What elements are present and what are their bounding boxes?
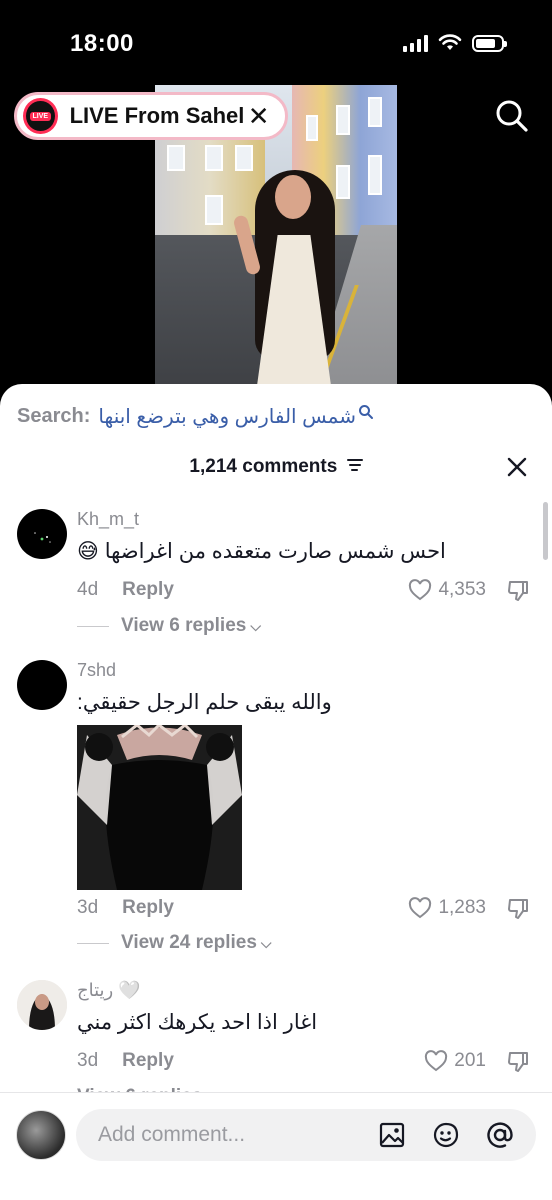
live-title[interactable]: LIVE From Sahel (70, 103, 245, 129)
comment-age: 3d (77, 897, 99, 918)
live-avatar[interactable]: LIVE (23, 98, 58, 134)
comment-meta: 4d Reply (77, 579, 174, 601)
comment-input-bar (0, 1092, 552, 1200)
view-replies-button[interactable]: View 24 replies ⌵ (77, 932, 272, 954)
heart-icon (409, 897, 432, 919)
search-suggestion[interactable]: Search: شمس الفارس وهي بترضع ابنها (17, 404, 374, 429)
search-icon (358, 404, 373, 419)
view-replies-label: View 24 replies (121, 932, 257, 953)
comment-text: احس شمس صارت متعقده من اغراضها 😅 (77, 540, 446, 563)
heart-icon (425, 1050, 448, 1072)
status-bar: 18:00 (0, 0, 552, 80)
status-icons (403, 34, 507, 52)
comment-text: اغار اذا احد يكرهك اكثر مني (77, 1011, 318, 1034)
close-icon[interactable] (506, 456, 528, 478)
like-button[interactable]: 1,283 (408, 897, 486, 919)
search-icon[interactable] (494, 98, 530, 134)
battery-fill (476, 38, 496, 48)
battery-icon (472, 34, 507, 52)
at-icon[interactable] (486, 1121, 514, 1149)
comment-text: والله يبقى حلم الرجل حقيقي: (77, 691, 332, 714)
scrollbar[interactable] (543, 502, 548, 560)
comment-username[interactable]: 7shd (77, 660, 116, 681)
like-button[interactable]: 4,353 (408, 579, 486, 601)
view-replies-label: View 6 replies (121, 615, 247, 636)
avatar[interactable] (17, 660, 67, 710)
comment-meta: 3d Reply (77, 897, 174, 919)
image-icon[interactable] (378, 1121, 406, 1149)
live-pill[interactable]: LIVE LIVE From Sahel ✕ (14, 92, 288, 140)
thumbs-down-icon[interactable] (506, 1050, 530, 1074)
reply-button[interactable]: Reply (122, 579, 174, 601)
comment-image[interactable] (77, 725, 242, 890)
signal-icon (403, 34, 428, 52)
comments-sheet: Search: شمس الفارس وهي بترضع ابنها 1,214… (0, 384, 552, 1200)
thumbs-down-icon[interactable] (506, 897, 530, 921)
like-count: 1,283 (438, 897, 486, 918)
comments-count: 1,214 comments (189, 456, 338, 477)
comment-input-wrap[interactable] (76, 1109, 536, 1161)
comment-age: 4d (77, 579, 99, 600)
status-time: 18:00 (70, 30, 134, 57)
chevron-down-icon: ⌵ (250, 617, 261, 634)
comment-username[interactable]: Kh_m_t (77, 509, 139, 530)
chevron-down-icon: ⌵ (260, 934, 272, 951)
avatar[interactable] (16, 1110, 66, 1160)
avatar[interactable] (17, 509, 67, 559)
comment-meta: 3d Reply (77, 1050, 174, 1072)
search-query[interactable]: شمس الفارس وهي بترضع ابنها (98, 404, 356, 429)
view-replies-button[interactable]: View 6 replies ⌵ (77, 615, 261, 637)
heart-icon (409, 579, 432, 601)
reply-button[interactable]: Reply (122, 897, 174, 919)
comment-username[interactable]: ريتاج 🤍 (77, 980, 141, 1001)
thumbs-down-icon[interactable] (506, 579, 530, 603)
comment-input[interactable] (98, 1109, 368, 1161)
wifi-icon (438, 34, 462, 50)
like-button[interactable]: 201 (424, 1050, 486, 1072)
reply-button[interactable]: Reply (122, 1050, 174, 1072)
like-count: 4,353 (438, 579, 486, 600)
video-person-face (275, 175, 311, 219)
search-label: Search: (17, 405, 91, 427)
comment-age: 3d (77, 1050, 99, 1071)
like-count: 201 (454, 1050, 486, 1071)
emoji-icon[interactable] (432, 1121, 460, 1149)
sort-icon[interactable] (346, 458, 363, 471)
comments-header: 1,214 comments (0, 456, 552, 478)
avatar[interactable] (17, 980, 67, 1030)
live-badge: LIVE (29, 111, 52, 121)
close-icon[interactable]: ✕ (244, 103, 273, 129)
